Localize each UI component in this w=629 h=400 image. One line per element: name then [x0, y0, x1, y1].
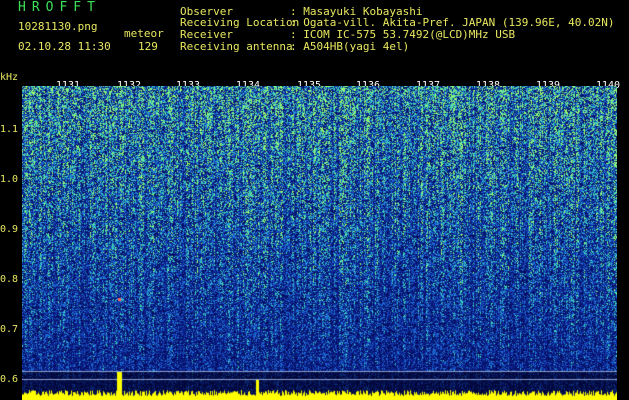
y-tick-0.8: 0.8	[0, 274, 19, 285]
antenna-value: : A504HB(yagi 4el)	[290, 40, 410, 53]
y-tick-0.6: 0.6	[0, 374, 19, 385]
antenna-label: Receiving antenna	[180, 40, 293, 53]
axis-unit: kHz	[0, 72, 19, 83]
type-label: meteor	[124, 27, 164, 40]
title: HROFFT	[18, 0, 101, 15]
y-tick-1.0: 1.0	[0, 174, 19, 185]
spectrogram-canvas	[22, 86, 617, 400]
datetime: 02.10.28 11:30	[18, 40, 111, 53]
count: 129	[138, 40, 158, 53]
y-tick-0.9: 0.9	[0, 224, 19, 235]
y-tick-0.7: 0.7	[0, 324, 19, 335]
y-tick-1.1: 1.1	[0, 124, 19, 135]
filename: 10281130.png	[18, 20, 98, 33]
